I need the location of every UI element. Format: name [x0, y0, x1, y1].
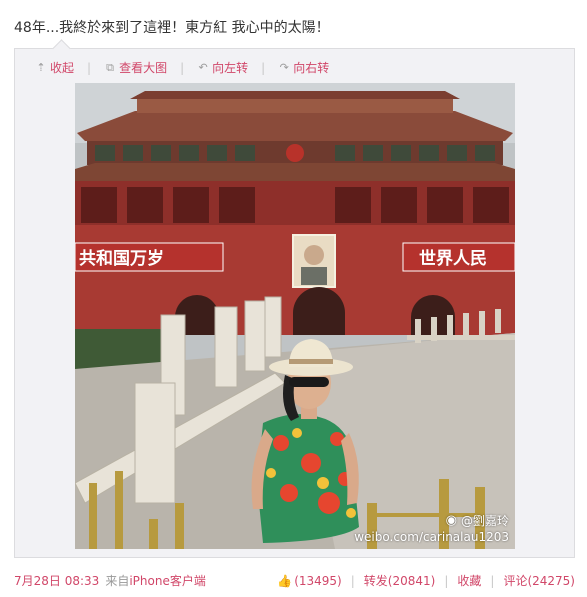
post-actions: 👍 (13495) | 转发(20841) | 收藏 | 评论(24275) [277, 572, 575, 589]
action-divider: | [490, 573, 495, 588]
weibo-logo-icon: ◉ [445, 513, 457, 528]
external-view-icon: ⧉ [106, 60, 114, 74]
watermark-user: @劉嘉玲 [460, 514, 509, 528]
post-photo[interactable]: 共和国万岁 世界人民 ◉ @劉嘉玲 weibo.com/carinalau1203 [75, 83, 515, 549]
toolbar-divider: | [87, 60, 92, 75]
rotate-left-icon: ↶ [198, 61, 208, 74]
rotate-right-label: 向右转 [293, 61, 330, 75]
rotate-right-button[interactable]: ↷ 向右转 [278, 59, 330, 76]
source-prefix: 来自 [105, 574, 130, 588]
banner-text-left: 共和国万岁 [79, 248, 164, 269]
toolbar-divider: | [261, 60, 266, 75]
source-info: 来自iPhone客户端 [105, 572, 206, 589]
rotate-left-label: 向左转 [212, 61, 249, 75]
action-divider: | [350, 573, 355, 588]
action-divider: | [444, 573, 449, 588]
like-button[interactable]: 👍 (13495) [277, 574, 342, 588]
banner-text-right: 世界人民 [419, 249, 487, 269]
media-box: ⇡ 收起 | ⧉ 查看大图 | ↶ 向左转 | ↷ 向右转 共和国万岁 世界人民… [14, 48, 575, 558]
rotate-left-button[interactable]: ↶ 向左转 [197, 59, 249, 76]
view-large-label: 查看大图 [119, 61, 168, 75]
arrow-up-icon: ⇡ [36, 61, 46, 74]
photo-watermark: ◉ @劉嘉玲 weibo.com/carinalau1203 [354, 513, 509, 545]
favorite-button[interactable]: 收藏 [457, 572, 481, 589]
repost-button[interactable]: 转发(20841) [364, 572, 436, 589]
image-toolbar: ⇡ 收起 | ⧉ 查看大图 | ↶ 向左转 | ↷ 向右转 [35, 59, 329, 76]
source-link[interactable]: iPhone客户端 [129, 574, 206, 588]
collapse-label: 收起 [50, 61, 75, 75]
watermark-url: weibo.com/carinalau1203 [354, 530, 509, 544]
like-count: (13495) [294, 573, 342, 588]
rotate-right-icon: ↷ [279, 61, 289, 74]
collapse-button[interactable]: ⇡ 收起 [35, 59, 74, 76]
post-footer: 7月28日 08:33 来自iPhone客户端 👍 (13495) | 转发(20… [14, 572, 575, 589]
photo-illustration: 共和国万岁 世界人民 [75, 83, 515, 549]
toolbar-divider: | [180, 60, 185, 75]
post-meta: 7月28日 08:33 来自iPhone客户端 [14, 572, 206, 589]
comment-button[interactable]: 评论(24275) [503, 572, 575, 589]
view-large-button[interactable]: ⧉ 查看大图 [104, 59, 167, 76]
post-timestamp[interactable]: 7月28日 08:33 [14, 572, 99, 589]
post-text: 48年...我終於來到了這裡！東方紅 我心中的太陽！ [14, 20, 330, 36]
thumbs-up-icon: 👍 [277, 573, 293, 588]
